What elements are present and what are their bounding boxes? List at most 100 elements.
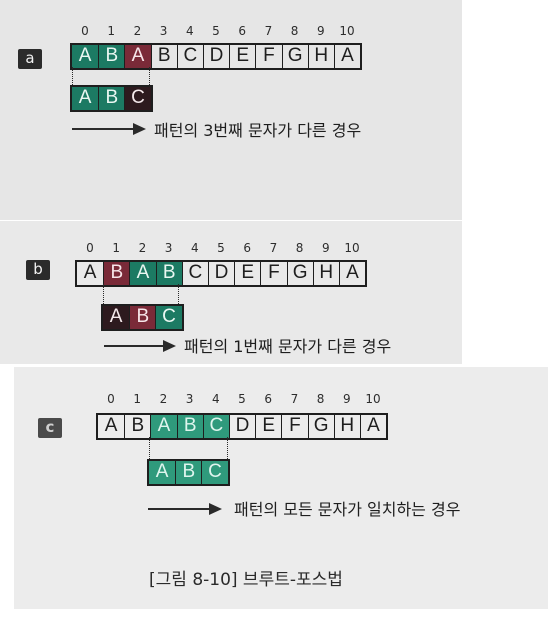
panel-b-index-2: 2 xyxy=(138,241,147,255)
panel-b-text-row: ABABCDEFGHA xyxy=(75,260,368,287)
panel-c-text_chars-cell-10: A xyxy=(359,415,386,438)
panel-b-pattern_chars-cell-2: C xyxy=(155,306,182,329)
panel-c-text-row: ABABCDEFGHA xyxy=(96,413,389,440)
panel-a-pattern-row: ABC xyxy=(70,85,153,112)
panel-a-text_chars-cell-6: E xyxy=(229,45,255,68)
panel-a-badge: a xyxy=(18,49,42,69)
panel-a-text_chars-cell-8: G xyxy=(281,45,308,68)
panel-a-text_chars-cell-4: C xyxy=(176,45,203,68)
panel-b-text_chars-cell-4: C xyxy=(181,262,208,285)
panel-b-pattern-row: ABC xyxy=(101,304,184,331)
panel-c: c ABABCDEFGHA ABC 패턴의 모든 문자가 일치하는 경우 [그림… xyxy=(14,367,548,609)
panel-c-text_chars-cell-6: E xyxy=(255,415,281,438)
panel-a-index-8: 8 xyxy=(290,24,299,38)
panel-a-text_chars-cell-9: H xyxy=(307,45,334,68)
panel-a-text_chars-cell-5: D xyxy=(202,45,229,68)
panel-b: b ABABCDEFGHA ABC 패턴의 1번째 문자가 다른 경우 0123… xyxy=(0,221,462,364)
panel-c-index-10: 10 xyxy=(365,392,381,406)
panel-c-index-5: 5 xyxy=(238,392,246,406)
panel-b-index-7: 7 xyxy=(269,241,278,255)
panel-a-index-4: 4 xyxy=(185,24,194,38)
panel-b-text_chars-cell-10: A xyxy=(338,262,365,285)
panel-c-index-7: 7 xyxy=(290,392,299,406)
panel-a-index-0: 0 xyxy=(81,24,89,38)
panel-c-text_chars-cell-5: D xyxy=(228,415,255,438)
panel-b-index-1: 1 xyxy=(112,241,120,255)
panel-b-text_chars-cell-5: D xyxy=(207,262,234,285)
panel-a-pattern_chars-cell-2: C xyxy=(124,87,151,110)
panel-c-index-2: 2 xyxy=(159,392,168,406)
panel-c-text_chars-cell-7: F xyxy=(281,415,307,438)
panel-c-index-4: 4 xyxy=(211,392,220,406)
panel-a-index-3: 3 xyxy=(159,24,168,38)
panel-a: a ABABCDEFGHA ABC 패턴의 3번째 문자가 다른 경우 0123… xyxy=(0,0,462,220)
panel-b-guide-right xyxy=(178,284,179,304)
panel-a-index-1: 1 xyxy=(107,24,115,38)
panel-b-text_chars-cell-2: A xyxy=(129,262,156,285)
panel-a-arrow xyxy=(72,123,146,135)
panel-a-text_chars-cell-7: F xyxy=(255,45,281,68)
panel-c-index-0: 0 xyxy=(107,392,115,406)
panel-a-index-6: 6 xyxy=(238,24,246,38)
panel-b-text_chars-cell-0: A xyxy=(83,262,97,283)
panel-b-index-6: 6 xyxy=(243,241,251,255)
panel-c-index-3: 3 xyxy=(185,392,194,406)
panel-a-caption: 패턴의 3번째 문자가 다른 경우 xyxy=(154,121,362,140)
panel-b-index-9: 9 xyxy=(321,241,330,255)
panel-c-pattern_chars-cell-1: B xyxy=(175,461,202,484)
panel-a-text-row: ABABCDEFGHA xyxy=(70,43,363,70)
panel-a-index-9: 9 xyxy=(316,24,325,38)
panel-b-guide-left xyxy=(103,284,104,304)
panel-a-text_chars-cell-10: A xyxy=(333,45,360,68)
panel-b-index-4: 4 xyxy=(190,241,199,255)
panel-a-text_chars-cell-2: A xyxy=(124,45,151,68)
panel-c-caption: 패턴의 모든 문자가 일치하는 경우 xyxy=(234,500,461,519)
panel-a-index-5: 5 xyxy=(212,24,220,38)
panel-a-index-2: 2 xyxy=(133,24,142,38)
panel-a-pattern_chars-cell-1: B xyxy=(98,87,125,110)
panel-a-index-7: 7 xyxy=(264,24,273,38)
panel-b-text_chars-cell-9: H xyxy=(312,262,339,285)
panel-b-index-3: 3 xyxy=(164,241,173,255)
panel-b-pattern_chars-cell-1: B xyxy=(129,306,156,329)
panel-b-index-8: 8 xyxy=(295,241,304,255)
panel-b-caption: 패턴의 1번째 문자가 다른 경우 xyxy=(184,337,392,356)
panel-b-text_chars-cell-1: B xyxy=(103,262,130,285)
panel-c-pattern_chars-cell-0: A xyxy=(149,461,176,484)
panel-c-index-9: 9 xyxy=(342,392,351,406)
panel-c-text_chars-cell-0: A xyxy=(104,415,118,436)
panel-b-index-0: 0 xyxy=(86,241,94,255)
panel-c-text_chars-cell-3: B xyxy=(176,415,203,438)
panel-c-pattern-row: ABC xyxy=(147,459,230,486)
panel-b-text_chars-cell-3: B xyxy=(155,262,182,285)
panel-b-text_chars-cell-7: F xyxy=(260,262,286,285)
panel-a-guide-left xyxy=(72,67,73,85)
panel-a-text_chars-cell-1: B xyxy=(98,45,125,68)
panel-c-text_chars-cell-2: A xyxy=(150,415,177,438)
panel-b-index-10: 10 xyxy=(344,241,360,255)
panel-c-index-1: 1 xyxy=(133,392,141,406)
panel-b-text_chars-cell-8: G xyxy=(286,262,313,285)
panel-b-pattern_chars-cell-0: A xyxy=(103,306,130,329)
panel-a-index-10: 10 xyxy=(339,24,355,38)
panel-b-index-5: 5 xyxy=(217,241,225,255)
panel-a-guide-right xyxy=(149,67,150,85)
panel-c-guide-left xyxy=(149,437,150,459)
figure-title: [그림 8-10] 브루트-포스법 xyxy=(149,570,343,590)
panel-a-text_chars-cell-0: A xyxy=(72,45,99,68)
panel-c-badge: c xyxy=(38,418,62,438)
panel-c-guide-right xyxy=(227,437,228,459)
panel-a-text_chars-cell-3: B xyxy=(150,45,177,68)
panel-b-arrow xyxy=(104,340,176,352)
panel-c-pattern_chars-cell-2: C xyxy=(201,461,228,484)
panel-c-text_chars-cell-1: B xyxy=(124,415,150,438)
panel-b-badge: b xyxy=(26,260,50,280)
panel-c-text_chars-cell-4: C xyxy=(202,415,229,438)
panel-c-text_chars-cell-9: H xyxy=(333,415,360,438)
panel-c-index-8: 8 xyxy=(316,392,325,406)
panel-c-index-6: 6 xyxy=(264,392,272,406)
panel-c-text_chars-cell-8: G xyxy=(307,415,334,438)
panel-c-arrow xyxy=(148,503,222,515)
panel-a-pattern_chars-cell-0: A xyxy=(72,87,99,110)
panel-b-text_chars-cell-6: E xyxy=(234,262,260,285)
